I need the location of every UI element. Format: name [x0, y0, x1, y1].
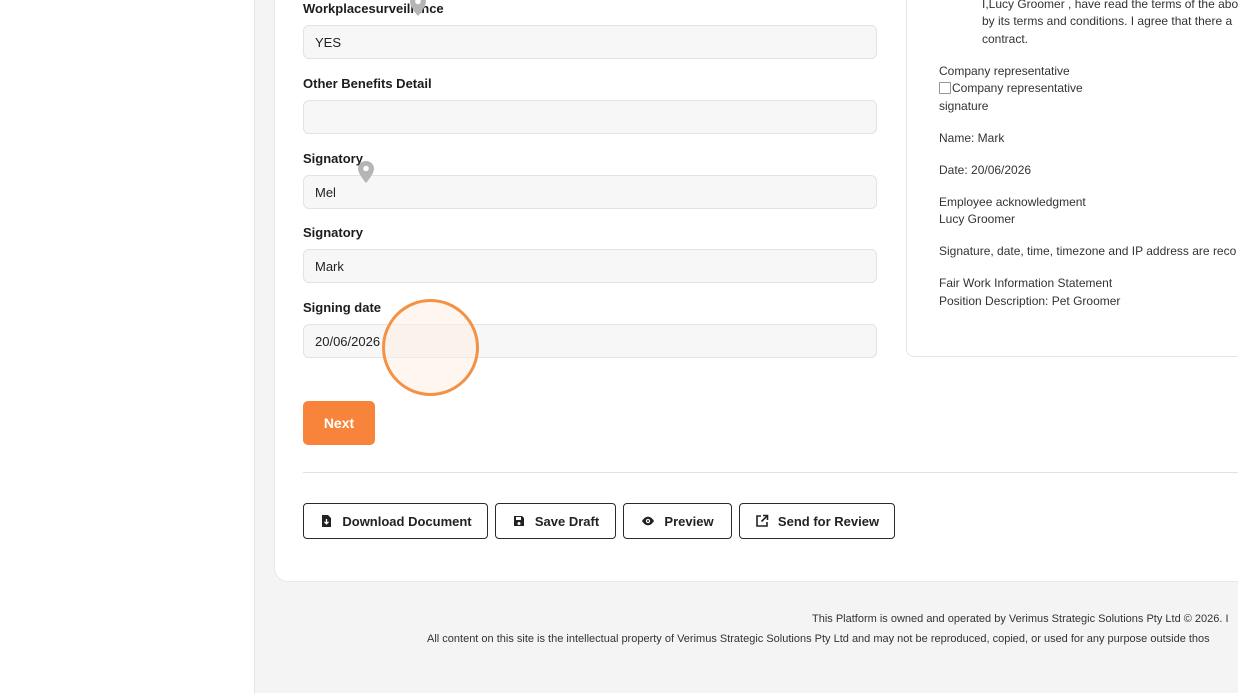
map-pin-icon — [358, 161, 374, 183]
save-draft-label: Save Draft — [534, 513, 600, 529]
click-indicator — [382, 299, 479, 396]
signatory-input-1[interactable] — [303, 175, 877, 209]
send-for-review-label: Send for Review — [777, 513, 880, 529]
send-for-review-button[interactable]: Send for Review — [739, 503, 895, 539]
signatory-label-2: Signatory — [303, 225, 363, 240]
signing-date-text: Date: 20/06/2026 — [939, 163, 1032, 177]
footer-copyright-text: All content on this site is the intellec… — [427, 633, 1210, 645]
broken-image-icon — [939, 82, 951, 94]
other-benefits-input[interactable] — [303, 100, 877, 134]
other-benefits-label: Other Benefits Detail — [303, 76, 432, 91]
employee-name: Lucy Groomer — [939, 212, 1016, 226]
footer-ownership-text: This Platform is owned and operated by V… — [812, 613, 1229, 625]
signature-audit-note: Signature, date, time, timezone and IP a… — [939, 244, 1237, 258]
signatory-input-2[interactable] — [303, 249, 877, 283]
signature-alt-text-1: Company representative — [952, 81, 1083, 95]
workplace-surveillance-input[interactable] — [303, 25, 877, 59]
signatory-label-1: Signatory — [303, 151, 363, 166]
preview-label: Preview — [664, 513, 714, 529]
preview-button[interactable]: Preview — [623, 503, 732, 539]
eye-icon — [642, 516, 655, 526]
file-download-icon — [322, 515, 332, 527]
left-sidebar-area — [0, 0, 255, 693]
fair-work-statement-link: Fair Work Information Statement — [939, 276, 1113, 290]
signing-date-label: Signing date — [303, 300, 381, 315]
company-signature-image: Company representative — [939, 80, 1083, 97]
employee-acknowledgment-heading: Employee acknowledgment — [939, 195, 1086, 209]
save-draft-button[interactable]: Save Draft — [495, 503, 616, 539]
next-button[interactable]: Next — [303, 401, 375, 445]
download-document-button[interactable]: Download Document — [303, 503, 488, 539]
position-description-link: Position Description: Pet Groomer — [939, 294, 1121, 308]
signature-alt-text-2: signature — [939, 99, 989, 113]
signatory-name: Name: Mark — [939, 131, 1005, 145]
company-representative-heading: Company representative — [939, 64, 1070, 78]
acknowledgment-text-line-2: by its terms and conditions. I agree tha… — [982, 14, 1233, 28]
acknowledgment-text-line-1: I,Lucy Groomer , have read the terms of … — [982, 0, 1238, 11]
save-icon — [513, 516, 524, 526]
acknowledgment-text-line-3: contract. — [982, 32, 1029, 46]
page: Workplacesurveillance Other Benefits Det… — [0, 0, 1238, 693]
map-pin-icon — [410, 0, 426, 16]
external-link-icon — [756, 514, 769, 527]
divider — [303, 472, 1238, 473]
download-document-label: Download Document — [342, 513, 472, 529]
